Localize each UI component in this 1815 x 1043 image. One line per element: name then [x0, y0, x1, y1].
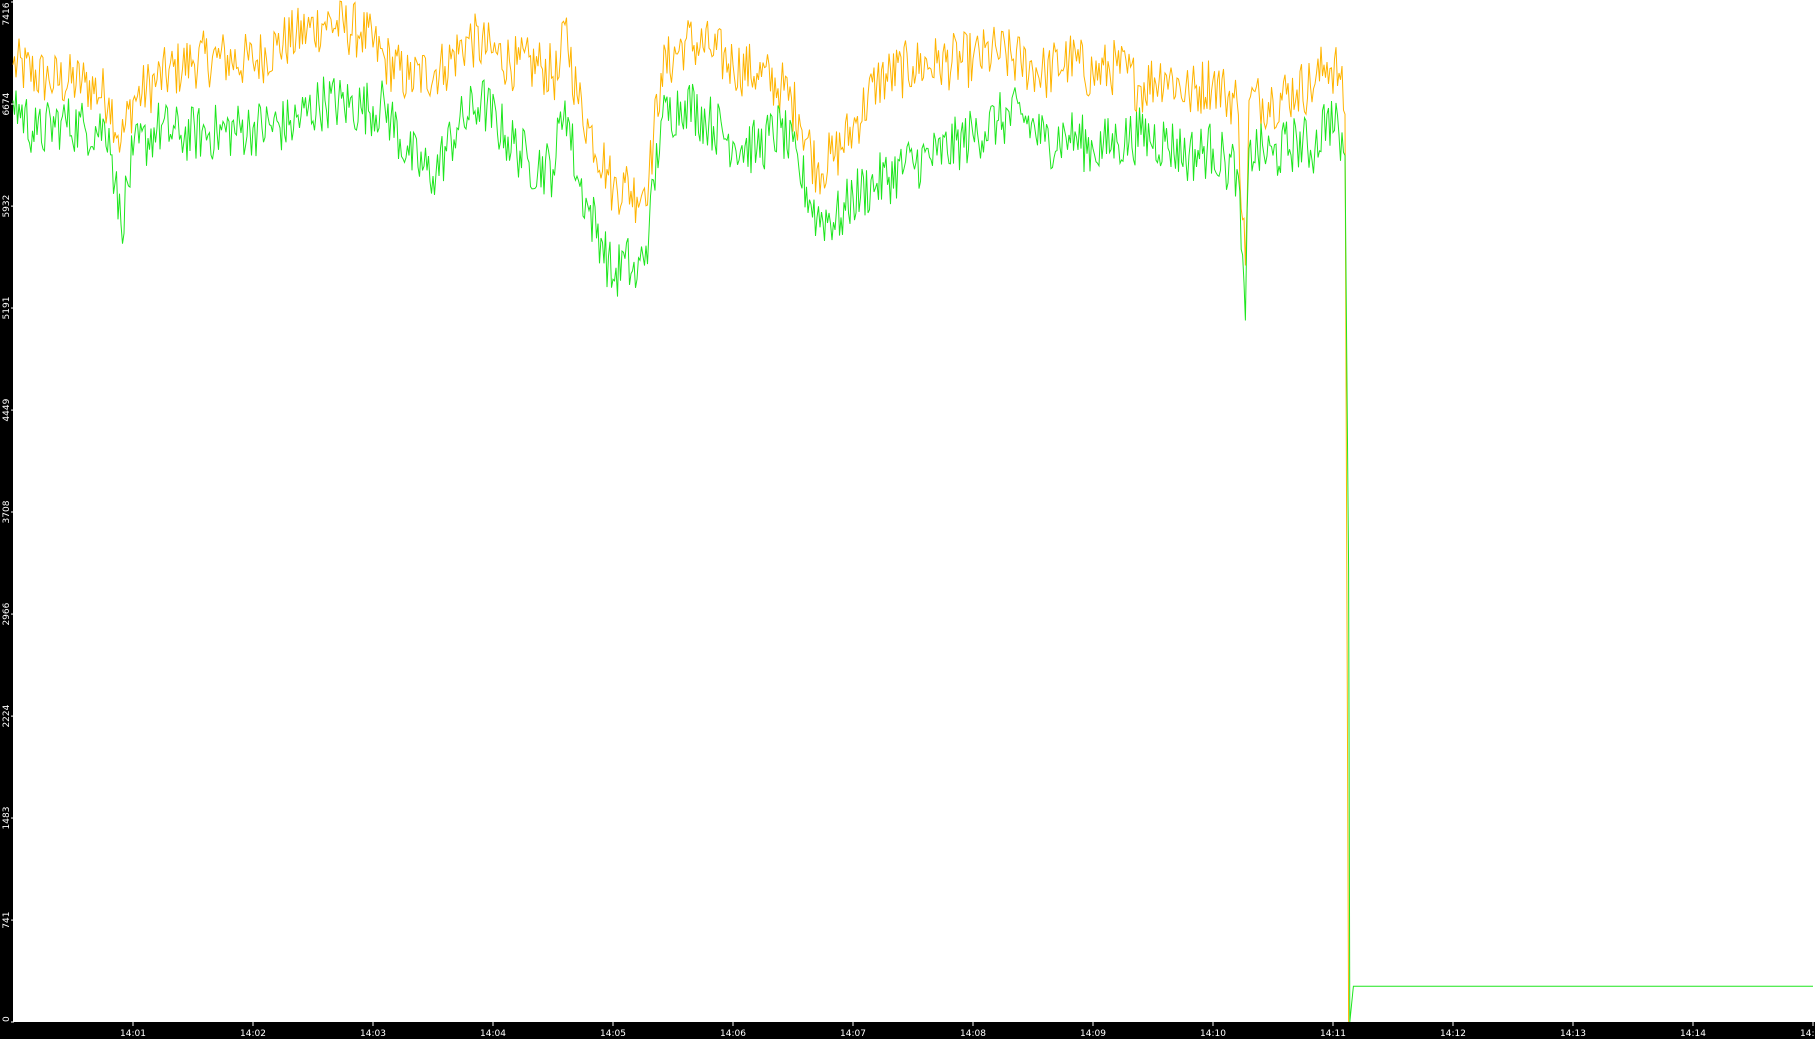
y-tick-label: 3708	[2, 500, 12, 523]
y-tick-label: 2224	[2, 704, 12, 727]
x-tick-label: 14:15	[1800, 1029, 1815, 1039]
y-tick-label: 4449	[2, 398, 12, 421]
line-chart: 0 741 1483 2224 2966 3708 4449 5191 5932 6674 7416…	[0, 0, 1815, 1039]
y-tick-label: 7416	[2, 2, 12, 25]
y-tick-label: 6674	[2, 92, 12, 115]
x-tick-label: 14:03	[360, 1029, 386, 1039]
x-tick-label: 14:12	[1440, 1029, 1466, 1039]
x-tick-label: 14:07	[840, 1029, 866, 1039]
x-tick-label: 14:05	[600, 1029, 626, 1039]
x-tick-label: 14:04	[480, 1029, 506, 1039]
y-tick-label: 2966	[2, 602, 12, 625]
y-tick-label: 5932	[2, 195, 12, 218]
x-tick-label: 14:08	[960, 1029, 986, 1039]
x-axis-band	[0, 1022, 1815, 1039]
y-tick-label: 741	[2, 912, 12, 929]
x-tick-label: 14:01	[120, 1029, 146, 1039]
x-tick-label: 14:02	[240, 1029, 266, 1039]
chart-root: 0 741 1483 2224 2966 3708 4449 5191 5932 6674 7416…	[0, 0, 1815, 1039]
plot-background	[0, 0, 1815, 1039]
x-tick-label: 14:06	[720, 1029, 746, 1039]
y-tick-label: 1483	[2, 807, 12, 830]
x-tick-label: 14:11	[1320, 1029, 1346, 1039]
x-tick-label: 14:13	[1560, 1029, 1586, 1039]
x-tick-label: 14:10	[1200, 1029, 1226, 1039]
y-tick-label: 5191	[2, 297, 12, 320]
y-tick-label: 0	[2, 1016, 12, 1022]
x-tick-label: 14:14	[1680, 1029, 1706, 1039]
x-tick-label: 14:09	[1080, 1029, 1106, 1039]
